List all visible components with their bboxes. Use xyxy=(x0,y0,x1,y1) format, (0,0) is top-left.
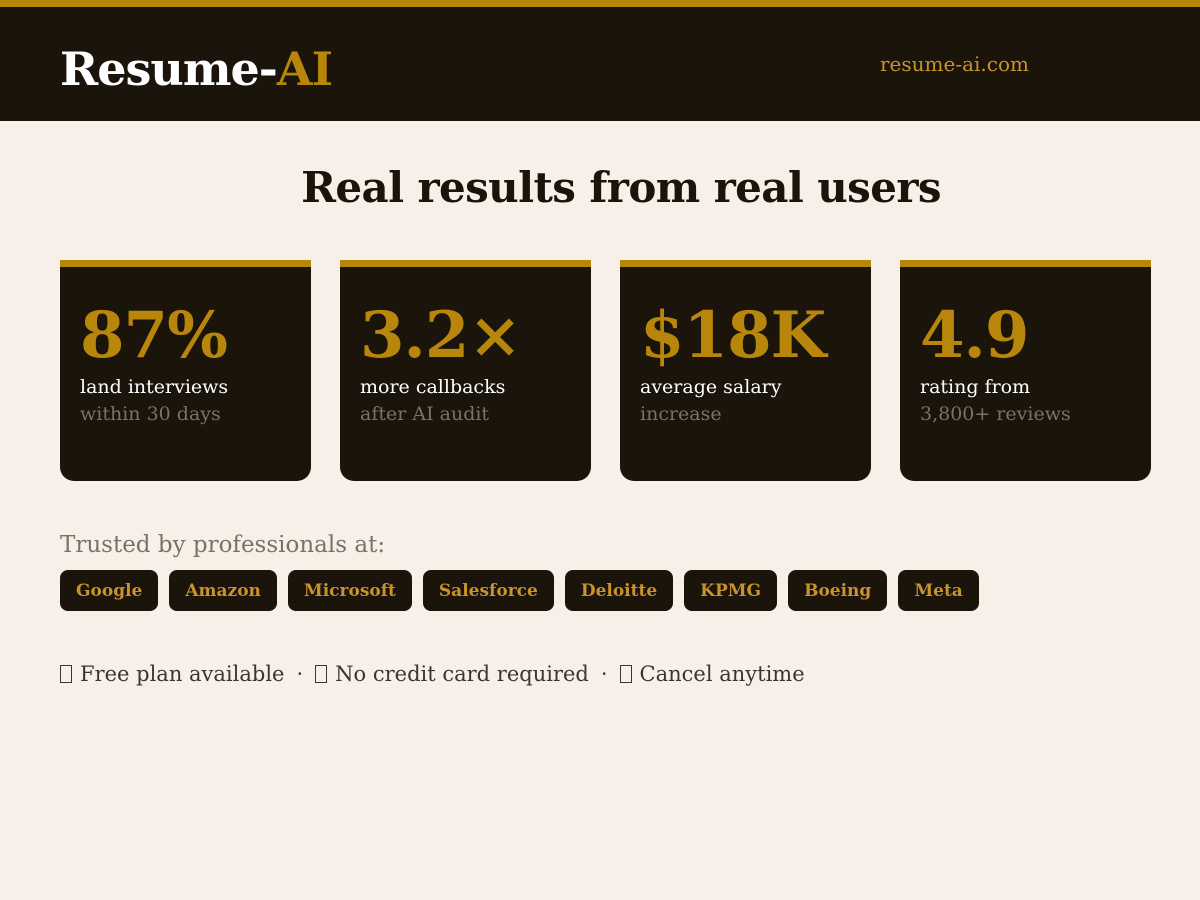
header: Resume-AI resume-ai.com xyxy=(0,7,1200,121)
stat-sublabel: within 30 days xyxy=(80,403,221,425)
page-title: Real results from real users xyxy=(301,163,941,212)
perk-cancel-anytime: Cancel anytime xyxy=(639,662,805,686)
stat-card-rating: 4.9 rating from 3,800+ reviews xyxy=(900,260,1151,481)
stat-card-callbacks: 3.2× more callbacks after AI audit xyxy=(340,260,591,481)
company-chip-google: Google xyxy=(60,570,159,611)
stat-label: average salary xyxy=(640,376,782,398)
company-chip-amazon: Amazon xyxy=(169,570,277,611)
stat-card-salary: $18K average salary increase xyxy=(620,260,871,481)
company-chip-microsoft: Microsoft xyxy=(287,570,412,611)
top-accent-strip xyxy=(0,0,1200,7)
perk-separator: · xyxy=(600,662,608,686)
perk-separator: · xyxy=(296,662,304,686)
perk-no-credit-card: No credit card required xyxy=(335,662,589,686)
stat-sublabel: increase xyxy=(640,403,722,425)
domain-link[interactable]: resume-ai.com xyxy=(880,51,1029,77)
perks-list: Free plan available · No credit card req… xyxy=(60,660,805,688)
perk-free-plan: Free plan available xyxy=(80,662,285,686)
brand-name-accent: AI xyxy=(276,42,333,96)
stat-label: rating from xyxy=(920,376,1031,398)
company-logos: Google Amazon Microsoft Salesforce Deloi… xyxy=(60,570,979,611)
brand-name: Resume- xyxy=(60,42,278,96)
company-chip-deloitte: Deloitte xyxy=(564,570,674,611)
company-chip-kpmg: KPMG xyxy=(684,570,778,611)
check-icon xyxy=(619,665,632,683)
stat-value: 4.9 xyxy=(920,298,1029,373)
stat-value: $18K xyxy=(640,298,826,373)
brand-logo[interactable]: Resume-AI xyxy=(60,41,333,97)
stat-value: 3.2× xyxy=(360,298,522,373)
stat-label: land interviews xyxy=(80,376,229,398)
stat-card-interviews: 87% land interviews within 30 days xyxy=(60,260,311,481)
stat-value: 87% xyxy=(80,298,228,373)
company-chip-meta: Meta xyxy=(898,570,979,611)
stat-sublabel: after AI audit xyxy=(360,403,490,425)
stat-sublabel: 3,800+ reviews xyxy=(920,403,1071,425)
check-icon xyxy=(315,665,328,683)
company-chip-boeing: Boeing xyxy=(788,570,888,611)
company-chip-salesforce: Salesforce xyxy=(422,570,554,611)
check-icon xyxy=(60,665,72,683)
trusted-label: Trusted by professionals at: xyxy=(60,532,386,558)
stat-label: more callbacks xyxy=(360,376,506,398)
